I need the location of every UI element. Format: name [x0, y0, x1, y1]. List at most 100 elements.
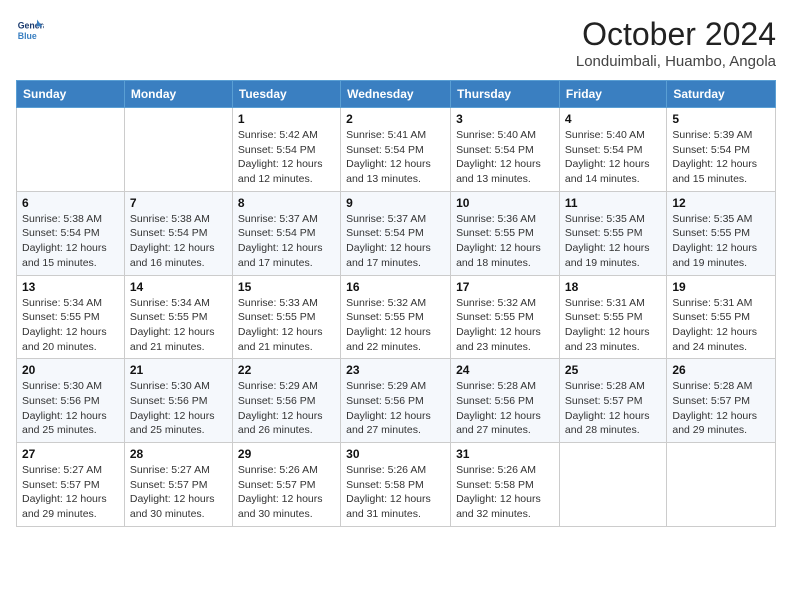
- calendar-cell: 31Sunrise: 5:26 AMSunset: 5:58 PMDayligh…: [451, 443, 560, 527]
- day-number: 25: [565, 363, 661, 377]
- day-number: 28: [130, 447, 227, 461]
- calendar-cell: 15 Sunrise: 5:33 AMSunset: 5:55 PMDayligh…: [232, 275, 340, 359]
- day-detail: Sunrise: 5:39 AMSunset: 5:54 PMDaylight:…: [672, 128, 770, 187]
- day-detail: Sunrise: 5:27 AMSunset: 5:57 PMDaylight:…: [22, 463, 119, 522]
- day-number: 8: [238, 196, 335, 210]
- day-detail: Sunrise: 5:40 AMSunset: 5:54 PMDaylight:…: [565, 128, 661, 187]
- day-number: 21: [130, 363, 227, 377]
- day-number: 24: [456, 363, 554, 377]
- day-number: 15: [238, 280, 335, 294]
- day-number: 27: [22, 447, 119, 461]
- day-detail: Sunrise: 5:30 AMSunset: 5:56 PMDaylight:…: [22, 379, 119, 438]
- calendar-week-row: 6 Sunrise: 5:38 AMSunset: 5:54 PMDaylight…: [17, 191, 776, 275]
- weekday-header: Tuesday: [232, 81, 340, 108]
- day-detail: Sunrise: 5:38 AMSunset: 5:54 PMDaylight:…: [22, 212, 119, 271]
- weekday-header: Thursday: [451, 81, 560, 108]
- calendar-cell: 23 Sunrise: 5:29 AMSunset: 5:56 PMDayligh…: [341, 359, 451, 443]
- weekday-header: Friday: [559, 81, 666, 108]
- weekday-header: Sunday: [17, 81, 125, 108]
- calendar-cell: 12 Sunrise: 5:35 AMSunset: 5:55 PMDayligh…: [667, 191, 776, 275]
- day-detail: Sunrise: 5:38 AMSunset: 5:54 PMDaylight:…: [130, 212, 227, 271]
- day-number: 16: [346, 280, 445, 294]
- calendar-cell: 16 Sunrise: 5:32 AMSunset: 5:55 PMDayligh…: [341, 275, 451, 359]
- calendar-cell: 28 Sunrise: 5:27 AMSunset: 5:57 PMDayligh…: [124, 443, 232, 527]
- day-detail: Sunrise: 5:41 AMSunset: 5:54 PMDaylight:…: [346, 128, 445, 187]
- month-title: October 2024: [576, 16, 776, 53]
- day-detail: Sunrise: 5:26 AMSunset: 5:58 PMDaylight:…: [346, 463, 445, 522]
- calendar-cell: 20 Sunrise: 5:30 AMSunset: 5:56 PMDayligh…: [17, 359, 125, 443]
- svg-text:Blue: Blue: [18, 31, 37, 41]
- day-detail: Sunrise: 5:29 AMSunset: 5:56 PMDaylight:…: [238, 379, 335, 438]
- day-detail: Sunrise: 5:35 AMSunset: 5:55 PMDaylight:…: [565, 212, 661, 271]
- day-number: 30: [346, 447, 445, 461]
- day-detail: Sunrise: 5:32 AMSunset: 5:55 PMDaylight:…: [456, 296, 554, 355]
- day-number: 12: [672, 196, 770, 210]
- logo-icon: General Blue: [16, 16, 44, 44]
- day-number: 22: [238, 363, 335, 377]
- calendar-cell: 22 Sunrise: 5:29 AMSunset: 5:56 PMDayligh…: [232, 359, 340, 443]
- weekday-header: Wednesday: [341, 81, 451, 108]
- day-number: 10: [456, 196, 554, 210]
- weekday-header: Monday: [124, 81, 232, 108]
- day-number: 29: [238, 447, 335, 461]
- weekday-header-row: SundayMondayTuesdayWednesdayThursdayFrid…: [17, 81, 776, 108]
- calendar-cell: 9 Sunrise: 5:37 AMSunset: 5:54 PMDaylight…: [341, 191, 451, 275]
- day-detail: Sunrise: 5:28 AMSunset: 5:57 PMDaylight:…: [565, 379, 661, 438]
- day-detail: Sunrise: 5:30 AMSunset: 5:56 PMDaylight:…: [130, 379, 227, 438]
- calendar-cell: 7Sunrise: 5:38 AMSunset: 5:54 PMDaylight…: [124, 191, 232, 275]
- day-detail: Sunrise: 5:27 AMSunset: 5:57 PMDaylight:…: [130, 463, 227, 522]
- calendar-cell: 8 Sunrise: 5:37 AMSunset: 5:54 PMDaylight…: [232, 191, 340, 275]
- day-detail: Sunrise: 5:34 AMSunset: 5:55 PMDaylight:…: [130, 296, 227, 355]
- day-detail: Sunrise: 5:26 AMSunset: 5:57 PMDaylight:…: [238, 463, 335, 522]
- calendar-cell: 10 Sunrise: 5:36 AMSunset: 5:55 PMDayligh…: [451, 191, 560, 275]
- calendar-cell: [124, 108, 232, 192]
- day-detail: Sunrise: 5:26 AMSunset: 5:58 PMDaylight:…: [456, 463, 554, 522]
- day-number: 6: [22, 196, 119, 210]
- location-title: Londuimbali, Huambo, Angola: [576, 53, 776, 70]
- calendar-cell: 27 Sunrise: 5:27 AMSunset: 5:57 PMDayligh…: [17, 443, 125, 527]
- page-header: General Blue October 2024 Londuimbali, H…: [16, 16, 776, 70]
- day-detail: Sunrise: 5:40 AMSunset: 5:54 PMDaylight:…: [456, 128, 554, 187]
- day-detail: Sunrise: 5:35 AMSunset: 5:55 PMDaylight:…: [672, 212, 770, 271]
- day-number: 17: [456, 280, 554, 294]
- day-detail: Sunrise: 5:42 AMSunset: 5:54 PMDaylight:…: [238, 128, 335, 187]
- day-number: 23: [346, 363, 445, 377]
- day-detail: Sunrise: 5:32 AMSunset: 5:55 PMDaylight:…: [346, 296, 445, 355]
- calendar-cell: [559, 443, 666, 527]
- day-number: 20: [22, 363, 119, 377]
- calendar-cell: 2 Sunrise: 5:41 AMSunset: 5:54 PMDaylight…: [341, 108, 451, 192]
- day-detail: Sunrise: 5:29 AMSunset: 5:56 PMDaylight:…: [346, 379, 445, 438]
- day-number: 2: [346, 112, 445, 126]
- calendar-cell: 6 Sunrise: 5:38 AMSunset: 5:54 PMDaylight…: [17, 191, 125, 275]
- day-detail: Sunrise: 5:37 AMSunset: 5:54 PMDaylight:…: [238, 212, 335, 271]
- day-detail: Sunrise: 5:28 AMSunset: 5:56 PMDaylight:…: [456, 379, 554, 438]
- day-detail: Sunrise: 5:37 AMSunset: 5:54 PMDaylight:…: [346, 212, 445, 271]
- calendar-week-row: 27 Sunrise: 5:27 AMSunset: 5:57 PMDayligh…: [17, 443, 776, 527]
- calendar-cell: 14 Sunrise: 5:34 AMSunset: 5:55 PMDayligh…: [124, 275, 232, 359]
- calendar-table: SundayMondayTuesdayWednesdayThursdayFrid…: [16, 80, 776, 527]
- title-area: October 2024 Londuimbali, Huambo, Angola: [576, 16, 776, 70]
- day-number: 4: [565, 112, 661, 126]
- calendar-cell: 30 Sunrise: 5:26 AMSunset: 5:58 PMDayligh…: [341, 443, 451, 527]
- calendar-cell: 11Sunrise: 5:35 AMSunset: 5:55 PMDayligh…: [559, 191, 666, 275]
- calendar-cell: 26Sunrise: 5:28 AMSunset: 5:57 PMDayligh…: [667, 359, 776, 443]
- day-detail: Sunrise: 5:36 AMSunset: 5:55 PMDaylight:…: [456, 212, 554, 271]
- day-detail: Sunrise: 5:28 AMSunset: 5:57 PMDaylight:…: [672, 379, 770, 438]
- day-number: 9: [346, 196, 445, 210]
- calendar-cell: [667, 443, 776, 527]
- calendar-cell: 4 Sunrise: 5:40 AMSunset: 5:54 PMDaylight…: [559, 108, 666, 192]
- day-detail: Sunrise: 5:31 AMSunset: 5:55 PMDaylight:…: [672, 296, 770, 355]
- day-number: 19: [672, 280, 770, 294]
- calendar-cell: 17 Sunrise: 5:32 AMSunset: 5:55 PMDayligh…: [451, 275, 560, 359]
- weekday-header: Saturday: [667, 81, 776, 108]
- day-number: 5: [672, 112, 770, 126]
- day-number: 13: [22, 280, 119, 294]
- day-detail: Sunrise: 5:33 AMSunset: 5:55 PMDaylight:…: [238, 296, 335, 355]
- calendar-cell: 24 Sunrise: 5:28 AMSunset: 5:56 PMDayligh…: [451, 359, 560, 443]
- calendar-cell: 3Sunrise: 5:40 AMSunset: 5:54 PMDaylight…: [451, 108, 560, 192]
- calendar-cell: 19 Sunrise: 5:31 AMSunset: 5:55 PMDayligh…: [667, 275, 776, 359]
- day-detail: Sunrise: 5:34 AMSunset: 5:55 PMDaylight:…: [22, 296, 119, 355]
- day-detail: Sunrise: 5:31 AMSunset: 5:55 PMDaylight:…: [565, 296, 661, 355]
- day-number: 14: [130, 280, 227, 294]
- calendar-cell: 29 Sunrise: 5:26 AMSunset: 5:57 PMDayligh…: [232, 443, 340, 527]
